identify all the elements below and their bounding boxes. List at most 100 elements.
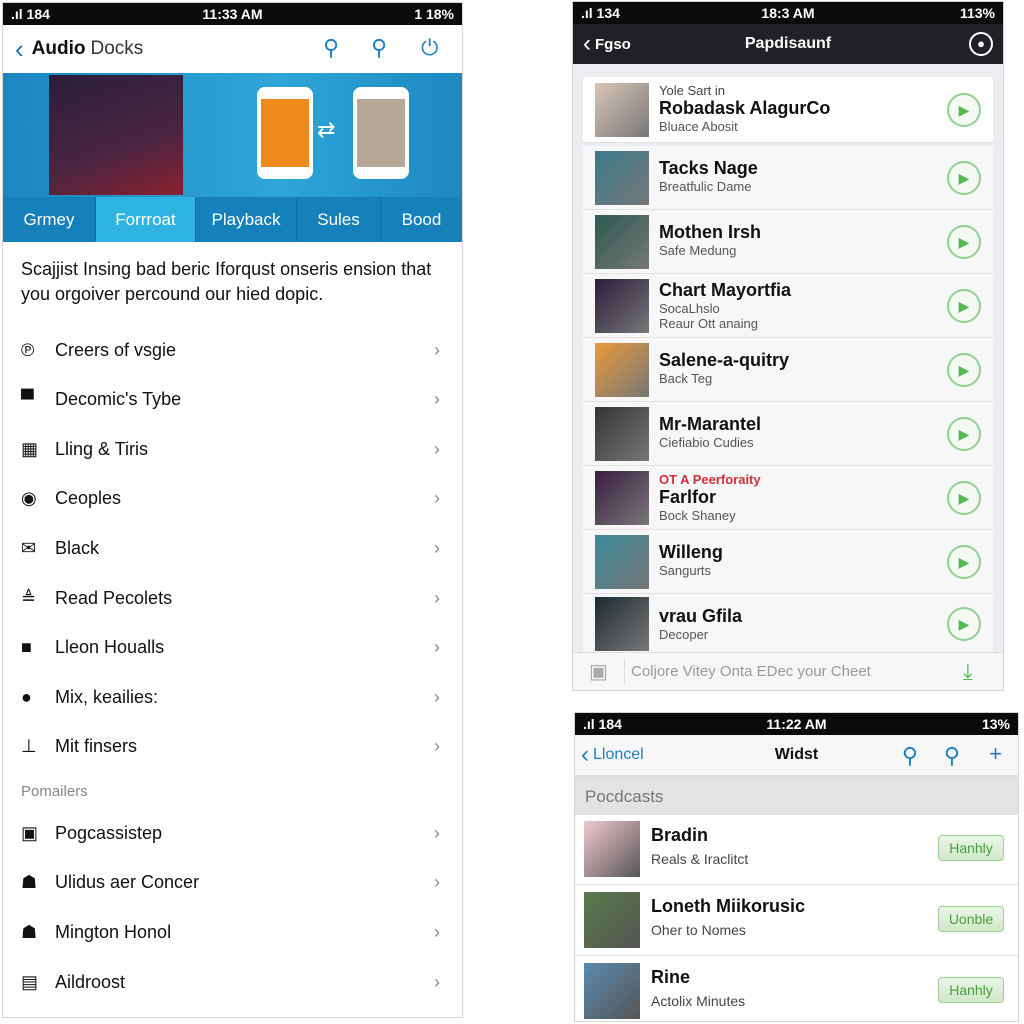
download-icon[interactable]: ⤓ [963, 659, 1003, 685]
track-subtitle: SocaLhslo [659, 301, 720, 316]
back-button[interactable]: Fgso [595, 36, 631, 53]
podcast-row[interactable]: Rine Actolix Minutes Hanhly [575, 957, 1018, 1021]
envelope-icon: ✉ [21, 537, 37, 558]
play-button[interactable]: ▶ [947, 353, 981, 387]
list-item[interactable]: ▣ Pogcassistep › [3, 813, 462, 853]
track-title: Willeng [659, 542, 723, 562]
bottom-bar: ▣ Coljore Vitey Onta EDec your Cheet ⤓ [573, 652, 1003, 690]
list-item[interactable]: ≜ Read Pecolets › [3, 578, 462, 618]
play-button[interactable]: ▶ [947, 289, 981, 323]
link-icon: ⇄ [317, 117, 336, 142]
tab-sules[interactable]: Sules [297, 197, 381, 242]
item-label: Creers of vsgie [55, 339, 177, 360]
list-item[interactable]: ● Mix, keailies: › [3, 677, 462, 717]
item-label: Ceoples [55, 488, 122, 509]
play-button[interactable]: ▶ [947, 93, 981, 127]
track-row[interactable]: Willeng Sangurts ▶ [583, 530, 993, 594]
chevron-right-icon: › [434, 686, 440, 707]
track-row[interactable]: Mothen Irsh Safe Medung ▶ [583, 210, 993, 274]
podcast-action-button[interactable]: Hanhly [938, 835, 1004, 861]
podcast-action-button[interactable]: Uonble [938, 906, 1004, 932]
play-button[interactable]: ▶ [947, 545, 981, 579]
track-subtitle: Decoper [659, 627, 709, 642]
track-row[interactable]: OT A Peerforaity Farlfor Bock Shaney ▶ [583, 466, 993, 530]
play-button[interactable]: ▶ [947, 607, 981, 641]
tab-grmey[interactable]: Grmey [3, 197, 96, 242]
podcast-subtitle: Reals & Iraclitct [651, 851, 749, 867]
list-item[interactable]: ■ Lleon Houalls › [3, 628, 462, 668]
list-item[interactable]: ⊥ Mit finsers › [3, 727, 462, 767]
track-artwork [595, 151, 649, 205]
tab-forrroat[interactable]: Forrroat [96, 197, 196, 242]
back-chevron-icon[interactable]: ‹ [583, 30, 591, 58]
search-icon[interactable]: ⚲ [902, 743, 918, 769]
list-item[interactable]: ▤ Aildroost › [3, 962, 462, 1002]
pinterest-icon: ℗ [21, 339, 35, 360]
podcast-row[interactable]: Loneth Miikorusic Oher to Nomes Uonble [575, 886, 1018, 956]
list-item[interactable]: ◉ Ceoples › [3, 479, 462, 519]
featured-banner[interactable]: ⇄ [3, 73, 462, 197]
track-title: vrau Gfila [659, 606, 743, 626]
podcast-title: Rine [651, 967, 691, 987]
back-button[interactable]: Lloncel [593, 746, 644, 764]
contact-icon[interactable]: ▣ [573, 659, 625, 684]
back-chevron-icon[interactable]: ‹ [15, 34, 24, 65]
list-item[interactable]: ▦ Lling & Tiris › [3, 429, 462, 469]
bottom-input[interactable]: Coljore Vitey Onta EDec your Cheet [625, 663, 963, 680]
item-label: Decomic's Tybe [55, 389, 182, 410]
carrier: .ıl 184 [11, 6, 50, 22]
search-icon[interactable]: ⚲ [323, 35, 339, 61]
battery: 1 18% [414, 6, 455, 22]
list-item[interactable]: ☗ Mington Honol › [3, 912, 462, 952]
list-item[interactable]: ☗ Ulidus aer Concer › [3, 863, 462, 903]
track-title: Chart Mayortfia [659, 280, 792, 300]
podcast-action-button[interactable]: Hanhly [938, 977, 1004, 1003]
target-icon: ◉ [21, 488, 37, 509]
chevron-right-icon: › [434, 438, 440, 459]
track-row[interactable]: vrau Gfila Decoper ▶ [583, 594, 993, 654]
track-artwork [595, 215, 649, 269]
track-row[interactable]: Chart Mayortfia SocaLhslo Reaur Ott anai… [583, 274, 993, 338]
track-subtitle: Bluace Abosit [659, 119, 738, 134]
clock: 18:3 AM [761, 5, 815, 21]
section-header: Pocdcasts [575, 777, 1018, 815]
play-button[interactable]: ▶ [947, 417, 981, 451]
add-icon[interactable]: + [989, 741, 1002, 767]
track-artwork [595, 279, 649, 333]
track-subtitle: Bock Shaney [659, 508, 736, 523]
search-icon[interactable]: ⚲ [371, 35, 387, 61]
play-icon: ▶ [958, 361, 970, 378]
chevron-right-icon: › [434, 389, 440, 410]
description: Scajjist Insing bad beric Iforqust onser… [21, 259, 432, 304]
battery: 13% [981, 716, 1010, 732]
nav-header: ‹ Lloncel Widst ⚲ ⚲ + [575, 735, 1018, 777]
podcast-subtitle: Oher to Nomes [651, 922, 746, 938]
track-row[interactable]: Tacks Nage Breatfulic Dame ▶ [583, 146, 993, 210]
play-icon: ▶ [958, 489, 970, 506]
clock: 11:22 AM [766, 716, 827, 732]
track-artwork [595, 83, 649, 137]
podcasts-screen: .ıl 184 11:22 AM 13% ‹ Lloncel Widst ⚲ ⚲… [574, 712, 1019, 1022]
track-row[interactable]: Yole Sart in Robadask AlagurCo Bluace Ab… [583, 77, 993, 143]
power-icon[interactable]: ⏻ [421, 35, 438, 61]
search-icon[interactable]: ⚲ [944, 743, 960, 769]
list-item[interactable]: ✉ Black › [3, 528, 462, 568]
item-label: Read Pecolets [55, 587, 173, 608]
track-row[interactable]: Mr-Marantel Ciefiabio Cudies ▶ [583, 402, 993, 466]
carrier: .ıl 134 [581, 5, 620, 21]
tab-bood[interactable]: Bood [381, 197, 462, 242]
profile-icon[interactable]: ● [969, 32, 993, 56]
podcast-row[interactable]: Bradin Reals & Iraclitct Hanhly [575, 815, 1018, 885]
battery: 113% [959, 5, 995, 21]
play-button[interactable]: ▶ [947, 481, 981, 515]
track-artwork [595, 343, 649, 397]
tab-playback[interactable]: Playback [196, 197, 297, 242]
chevron-right-icon: › [434, 971, 440, 992]
play-button[interactable]: ▶ [947, 161, 981, 195]
back-chevron-icon[interactable]: ‹ [581, 741, 589, 769]
nav-header: ‹ Fgso Papdisaunf ● [573, 24, 1003, 64]
play-button[interactable]: ▶ [947, 225, 981, 259]
list-item[interactable]: ▀ Decomic's Tybe › [3, 380, 462, 420]
track-row[interactable]: Salene-a-quitry Back Teg ▶ [583, 338, 993, 402]
list-item[interactable]: ℗ Creers of vsgie › [3, 330, 462, 370]
